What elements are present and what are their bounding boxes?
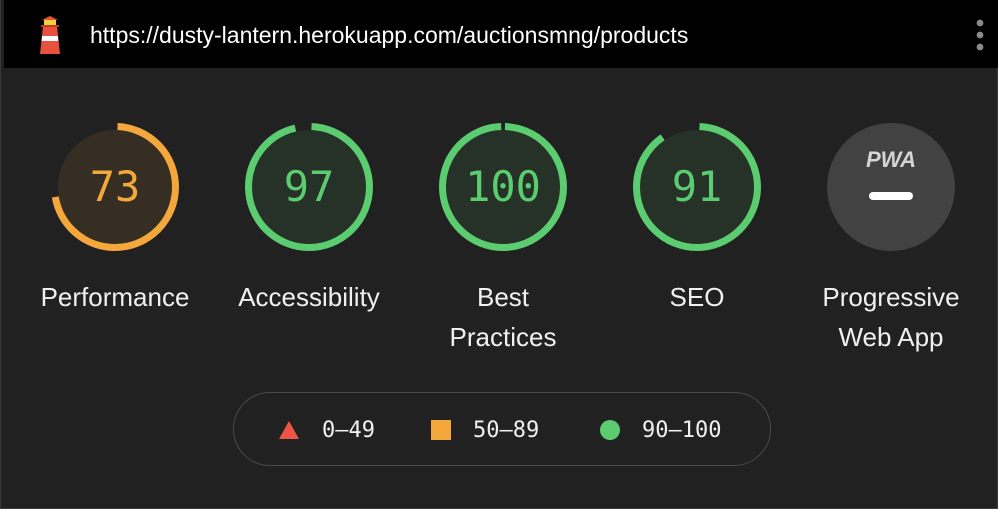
- lighthouse-icon: [40, 16, 60, 54]
- dash-icon: [869, 192, 913, 200]
- triangle-icon: [279, 421, 299, 439]
- gauge-accessibility-score: 97: [283, 162, 335, 211]
- legend-range-pass: 90–100: [642, 417, 722, 443]
- square-icon: [431, 420, 451, 440]
- label-best-practices: Best Practices: [403, 277, 603, 357]
- report-url[interactable]: https://dusty-lantern.herokuapp.com/auct…: [90, 20, 688, 50]
- label-best-practices-line-1: Best: [476, 282, 530, 312]
- score-legend: 0–49 50–89 90–100: [233, 392, 771, 466]
- legend-item-average: 50–89: [431, 417, 539, 443]
- label-best-practices-line-2: Practices: [449, 322, 557, 352]
- legend-item-pass: 90–100: [600, 417, 721, 443]
- circle-icon: [600, 420, 620, 440]
- report-topbar: https://dusty-lantern.herokuapp.com/auct…: [4, 0, 998, 68]
- label-pwa-line-2: Web App: [838, 322, 944, 352]
- vertical-dots-icon[interactable]: [972, 18, 988, 52]
- gauge-accessibility[interactable]: 97: [244, 122, 374, 252]
- label-seo: SEO: [669, 282, 725, 312]
- gauge-seo-score: 91: [671, 162, 723, 211]
- legend-item-fail: 0–49: [278, 417, 375, 443]
- label-pwa-line-1: Progressive: [822, 282, 960, 312]
- gauge-seo[interactable]: 91: [632, 122, 762, 252]
- label-performance: Performance: [40, 282, 190, 312]
- label-accessibility: Accessibility: [238, 282, 380, 312]
- legend-range-fail: 0–49: [322, 417, 375, 443]
- pwa-badge-background: [827, 123, 955, 251]
- legend-range-average: 50–89: [473, 417, 540, 443]
- gauge-performance-score: 73: [89, 162, 141, 211]
- gauge-best-practices-score: 100: [465, 162, 541, 211]
- gauge-performance[interactable]: 73: [50, 122, 180, 252]
- pwa-badge-text: PWA: [866, 147, 916, 172]
- label-pwa: Progressive Web App: [791, 277, 991, 357]
- gauge-best-practices[interactable]: 100: [438, 122, 568, 252]
- gauge-pwa[interactable]: PWA: [826, 122, 956, 252]
